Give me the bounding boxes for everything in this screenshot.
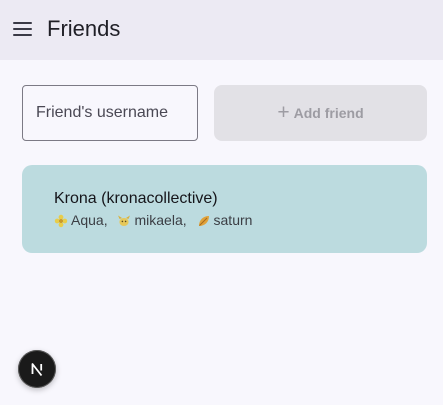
yellow-creature-icon xyxy=(118,215,131,226)
top-app-bar: Friends xyxy=(0,0,443,60)
pet-separator: , xyxy=(103,212,108,228)
hamburger-menu-icon[interactable] xyxy=(13,22,33,36)
pet-name: mikaela xyxy=(134,212,183,228)
add-friend-button-label: Add friend xyxy=(293,105,364,121)
friend-username-input[interactable] xyxy=(22,85,198,141)
friend-card[interactable]: Krona (kronacollective) Aqua, mikaela, s… xyxy=(22,165,427,253)
pet-item: Aqua, xyxy=(54,212,114,229)
page-title: Friends xyxy=(47,16,121,41)
add-friend-button[interactable]: + Add friend xyxy=(214,85,427,141)
pet-separator: , xyxy=(182,212,187,228)
nextjs-dev-badge[interactable] xyxy=(18,350,56,388)
friend-display-name: Krona (kronacollective) xyxy=(54,190,218,207)
pet-list: Aqua, mikaela, saturn xyxy=(54,212,395,232)
pet-name: Aqua xyxy=(71,212,104,228)
orange-leaf-icon xyxy=(198,215,209,226)
pet-item: mikaela, xyxy=(117,212,192,229)
pet-name: saturn xyxy=(213,212,253,228)
nextjs-logo-icon xyxy=(31,363,43,377)
plus-icon: + xyxy=(277,100,290,124)
yellow-flower-icon xyxy=(54,214,68,227)
pet-item: saturn xyxy=(197,212,253,229)
